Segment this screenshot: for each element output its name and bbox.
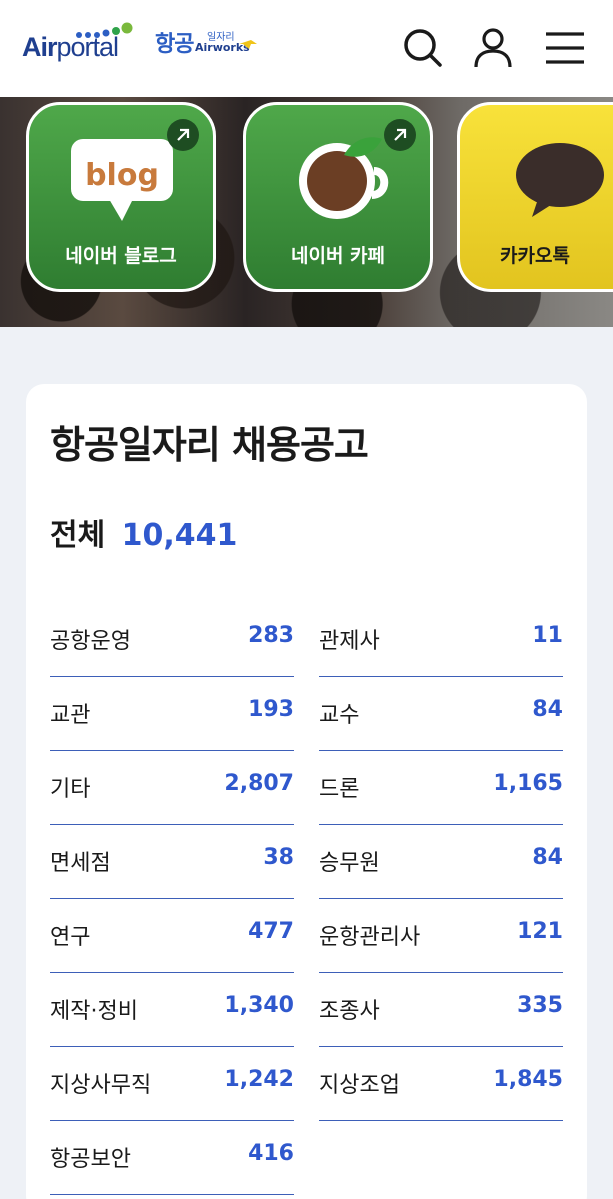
job-postings-card: 항공일자리 채용공고 전체 10,441 공항운영 283 관제사 11 교관 193…: [26, 384, 587, 1199]
category-name: 조종사: [319, 999, 380, 1024]
category-item[interactable]: 교수 84: [319, 677, 563, 751]
cafe-cup-icon: [299, 137, 389, 219]
airworks-logo[interactable]: 항공 일자리 Airworks: [155, 26, 257, 60]
category-item[interactable]: 승무원 84: [319, 825, 563, 899]
category-name: 지상사무직: [50, 1073, 152, 1098]
category-count: 11: [532, 623, 563, 648]
user-button[interactable]: [471, 26, 515, 70]
category-item[interactable]: 지상사무직 1,242: [50, 1047, 294, 1121]
category-item[interactable]: 제작·정비 1,340: [50, 973, 294, 1047]
card-title: 항공일자리 채용공고: [50, 423, 369, 467]
category-name: 기타: [50, 777, 91, 802]
category-name: 연구: [50, 925, 91, 950]
category-name: 교수: [319, 703, 360, 728]
top-header: Airportal 항공 일자리 Airworks: [0, 0, 613, 97]
category-name: 관제사: [319, 629, 380, 654]
category-name: 승무원: [319, 851, 380, 876]
category-item[interactable]: 면세점 38: [50, 825, 294, 899]
category-count: 1,845: [493, 1067, 563, 1092]
search-button[interactable]: [401, 26, 445, 70]
category-item[interactable]: 교관 193: [50, 677, 294, 751]
user-icon: [474, 28, 512, 68]
category-count: 1,165: [493, 771, 563, 796]
category-count: 477: [248, 919, 294, 944]
category-item[interactable]: 지상조업 1,845: [319, 1047, 563, 1121]
category-name: 공항운영: [50, 629, 131, 654]
category-item[interactable]: 연구 477: [50, 899, 294, 973]
total-count: 10,441: [121, 518, 238, 553]
naver-cafe-label: 네이버 카페: [290, 245, 385, 267]
category-name: 교관: [50, 703, 91, 728]
category-item[interactable]: 항공보안 416: [50, 1121, 294, 1195]
external-link-icon: [384, 119, 416, 151]
category-name: 면세점: [50, 851, 111, 876]
logo-portal-text: portal: [56, 32, 120, 62]
search-icon: [404, 29, 442, 67]
sns-banner: blog 네이버 블로그 네이버 카페 카카오톡: [0, 97, 613, 327]
category-count: 2,807: [224, 771, 294, 796]
category-count: 1,340: [224, 993, 294, 1018]
category-count: 121: [517, 919, 563, 944]
menu-icon: [546, 32, 584, 64]
category-name: 드론: [319, 777, 360, 802]
naver-blog-label: 네이버 블로그: [65, 245, 177, 267]
category-count: 1,242: [224, 1067, 294, 1092]
blog-icon: blog: [71, 139, 173, 221]
kakao-bubble-icon: [516, 143, 604, 217]
category-name: 제작·정비: [50, 999, 138, 1024]
category-count: 283: [248, 623, 294, 648]
airportal-logo[interactable]: Airportal: [22, 22, 133, 64]
logo-air-text: Air: [22, 32, 58, 62]
menu-button[interactable]: [543, 26, 587, 70]
category-item[interactable]: 드론 1,165: [319, 751, 563, 825]
category-name: 항공보안: [50, 1147, 131, 1172]
category-name: 운항관리사: [319, 925, 421, 950]
category-count: 335: [517, 993, 563, 1018]
category-item[interactable]: 관제사 11: [319, 603, 563, 677]
category-item[interactable]: 공항운영 283: [50, 603, 294, 677]
total-summary[interactable]: 전체 10,441: [50, 510, 237, 554]
blog-badge-text: blog: [85, 158, 159, 193]
plane-icon: [239, 40, 257, 49]
category-count: 84: [532, 697, 563, 722]
naver-blog-tile[interactable]: blog 네이버 블로그: [26, 102, 216, 292]
category-item[interactable]: 조종사 335: [319, 973, 563, 1047]
external-link-icon: [167, 119, 199, 151]
category-item[interactable]: 기타 2,807: [50, 751, 294, 825]
category-count: 416: [248, 1141, 294, 1166]
kakaotalk-tile[interactable]: 카카오톡: [457, 102, 613, 292]
total-label: 전체: [50, 518, 106, 553]
category-count: 84: [532, 845, 563, 870]
category-name: 지상조업: [319, 1073, 400, 1098]
category-count: 193: [248, 697, 294, 722]
kakaotalk-label: 카카오톡: [500, 245, 570, 267]
category-item[interactable]: 운항관리사 121: [319, 899, 563, 973]
naver-cafe-tile[interactable]: 네이버 카페: [243, 102, 433, 292]
category-count: 38: [263, 845, 294, 870]
airworks-logo-ko: 항공: [155, 32, 194, 57]
